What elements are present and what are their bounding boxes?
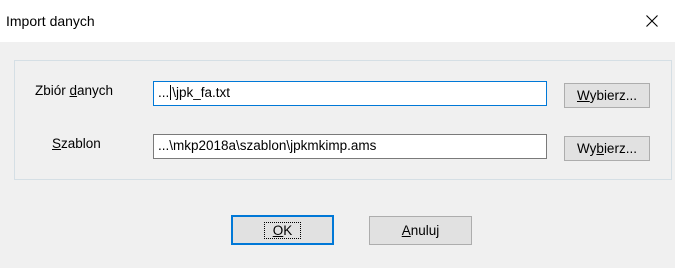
close-icon bbox=[646, 15, 658, 27]
close-button[interactable] bbox=[629, 0, 675, 42]
dialog-title: Import danych bbox=[6, 13, 95, 29]
cancel-button[interactable]: Anuluj bbox=[369, 216, 472, 245]
ok-button[interactable]: OK bbox=[231, 215, 334, 245]
cancel-button-label: Anuluj bbox=[401, 223, 440, 238]
dataset-browse-button[interactable]: Wybierz... bbox=[564, 83, 650, 108]
template-path-input[interactable]: ...\mkp2018a\szablon\jpkmkimp.ams bbox=[153, 134, 547, 159]
dataset-label: Zbiór danych bbox=[35, 83, 114, 98]
template-browse-button[interactable]: Wy b ierz... bbox=[564, 136, 650, 161]
dataset-path-input[interactable]: ... \jpk_fa.txt bbox=[153, 81, 547, 106]
ok-button-label: OK bbox=[263, 221, 302, 239]
dialog-body: Zbiór danych ... \jpk_fa.txt Wybierz... S… bbox=[0, 42, 675, 268]
import-dialog: Import danych Zbiór danych ... \jpk_fa.tx… bbox=[0, 0, 675, 268]
files-group: Zbiór danych ... \jpk_fa.txt Wybierz... S… bbox=[14, 60, 672, 180]
template-label: Szablon bbox=[52, 136, 101, 151]
title-bar: Import danych bbox=[0, 0, 675, 42]
